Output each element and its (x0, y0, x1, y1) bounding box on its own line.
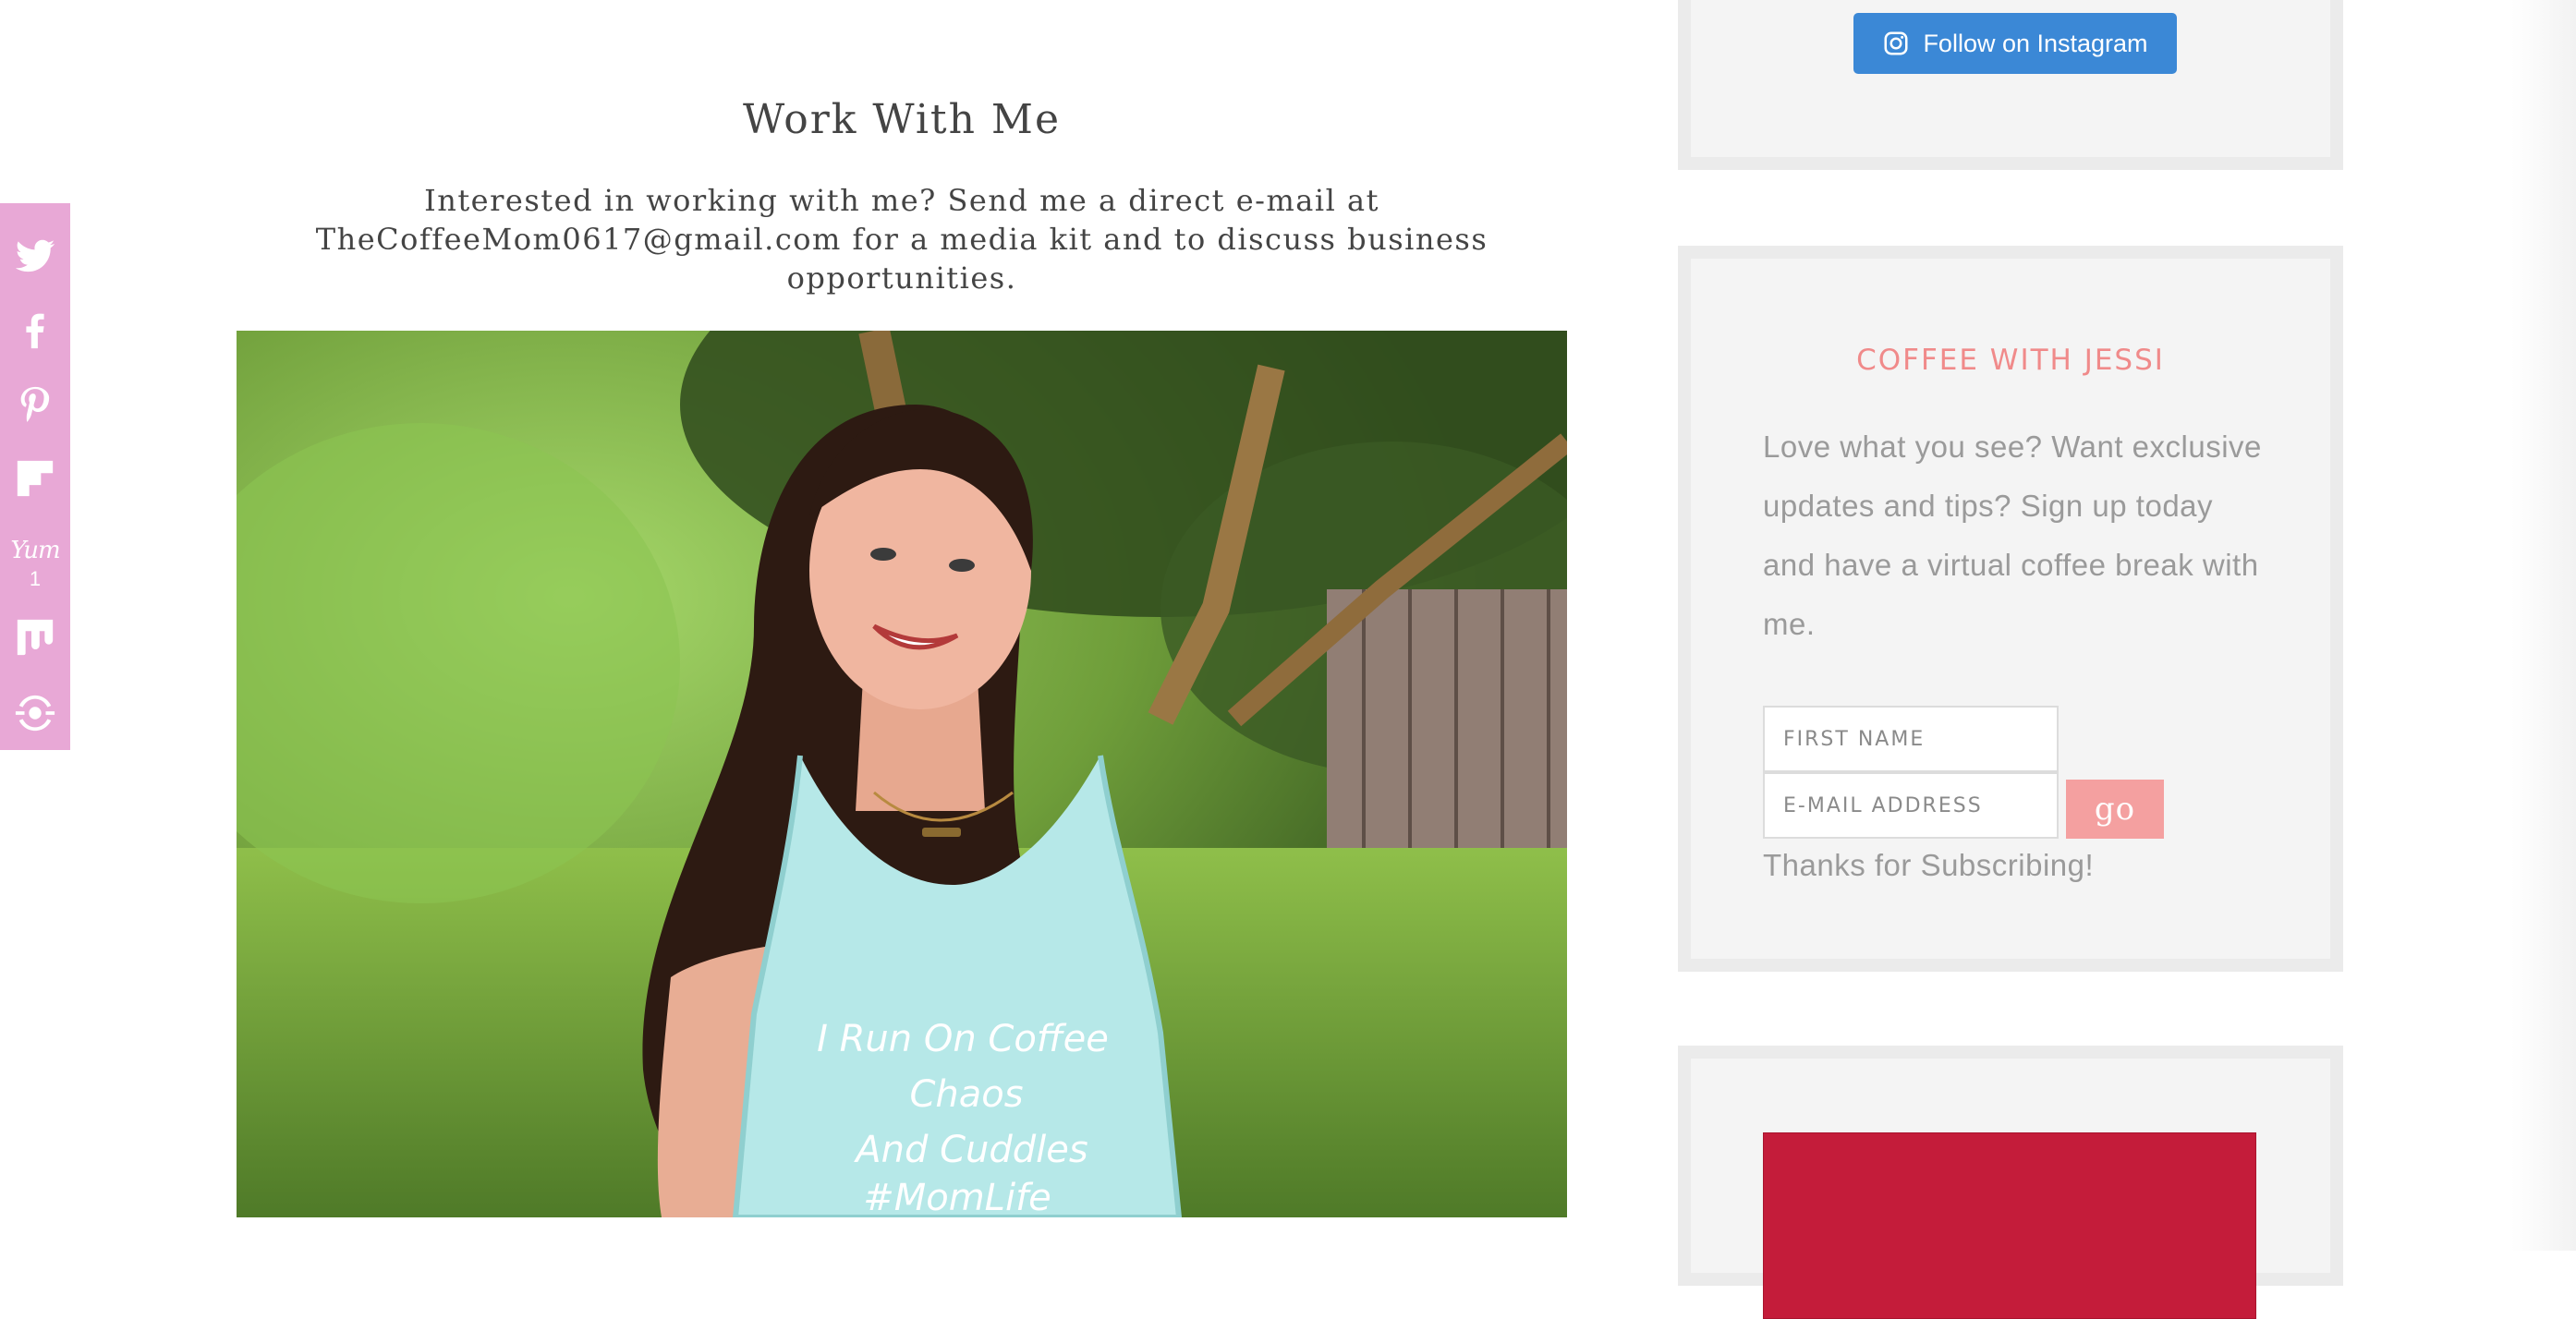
yummly-share-count: 1 (29, 567, 42, 590)
instagram-icon (1884, 31, 1908, 55)
twitter-share-button[interactable] (0, 229, 70, 284)
follow-instagram-button[interactable]: Follow on Instagram (1853, 13, 2177, 74)
mix-icon (17, 619, 54, 656)
twitter-icon (15, 239, 55, 272)
main-content: Work With Me Interested in working with … (237, 0, 1567, 1251)
more-share-icon (15, 695, 55, 732)
email-input[interactable] (1763, 772, 2059, 839)
promo-widget (1678, 1046, 2343, 1319)
subscribe-go-button[interactable]: go (2066, 780, 2164, 839)
shirt-text-line-3: And Cuddles (853, 1129, 1088, 1171)
instagram-widget: Follow on Instagram (1678, 0, 2343, 170)
shirt-text-line-4: #MomLife (863, 1177, 1051, 1217)
share-bar: Yum 1 (0, 203, 70, 750)
follow-instagram-label: Follow on Instagram (1923, 29, 2148, 57)
page-title: Work With Me (742, 96, 1062, 143)
shirt-text-line-2: Chaos (909, 1073, 1023, 1116)
flipboard-icon (17, 460, 54, 497)
subscribe-title: COFFEE WITH JESSI (1856, 344, 2165, 377)
yummly-icon: Yum (10, 537, 60, 564)
page-edge-shadow (2511, 0, 2576, 1251)
shirt-text-line-1: I Run On Coffee (817, 1018, 1109, 1060)
subscribe-text: Love what you see? Want exclusive update… (1763, 430, 2262, 641)
mix-share-button[interactable] (0, 610, 70, 665)
flipboard-share-button[interactable] (0, 451, 70, 506)
intro-text: Interested in working with me? Send me a… (315, 183, 1488, 296)
promo-image[interactable] (1763, 1132, 2256, 1319)
pinterest-share-button[interactable] (0, 377, 70, 432)
more-share-button[interactable] (0, 685, 70, 741)
pinterest-icon (20, 386, 50, 422)
subscribe-widget: COFFEE WITH JESSI Love what you see? Wan… (1678, 246, 2343, 972)
portrait-photo: I Run On Coffee Chaos And Cuddles #MomLi… (237, 331, 1567, 1217)
first-name-input[interactable] (1763, 706, 2059, 772)
facebook-icon (26, 313, 44, 349)
subscribe-thanks-text: Thanks for Subscribing! (1763, 848, 2095, 882)
facebook-share-button[interactable] (0, 303, 70, 358)
mix-share-button[interactable] (0, 815, 70, 870)
